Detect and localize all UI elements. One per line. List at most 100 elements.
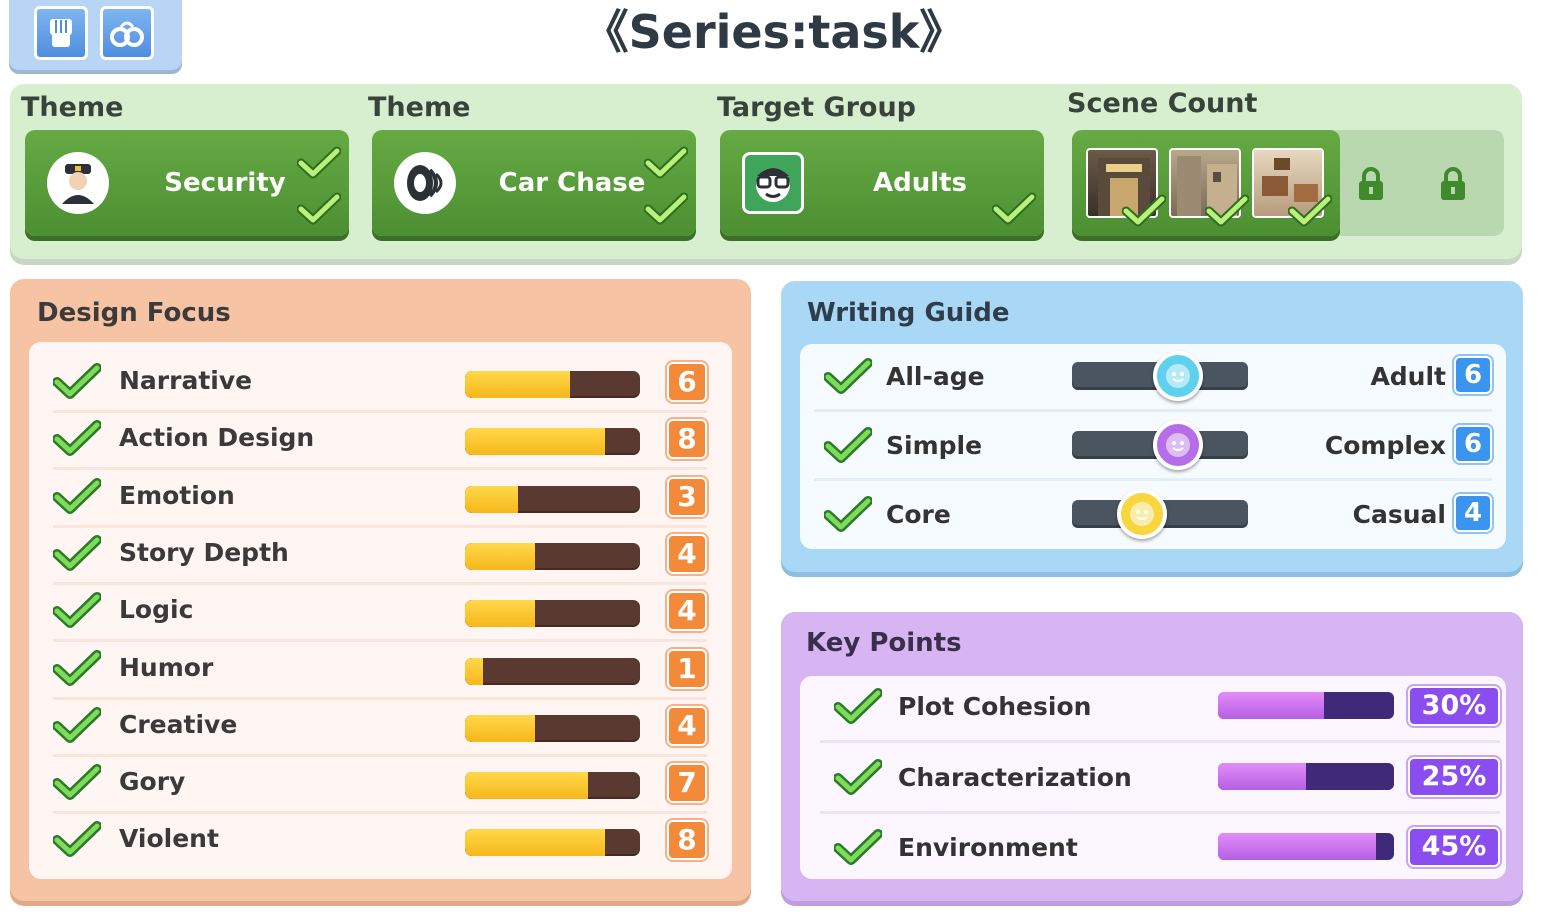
adult-face-icon — [742, 152, 804, 214]
writing-guide-left-label: All-age — [886, 362, 985, 391]
writing-guide-slider[interactable] — [1072, 351, 1248, 401]
writing-guide-list: All-age Adult 6 Simple Complex 6 Core Casual 4 — [800, 344, 1506, 549]
key-points-list: Plot Cohesion 30% Characterization 25% Envir… — [800, 676, 1506, 879]
design-focus-bar — [465, 714, 640, 742]
check-icon — [53, 534, 101, 571]
row-divider — [53, 639, 707, 643]
design-focus-bar-fill — [465, 772, 588, 800]
key-point-bar — [1218, 833, 1394, 860]
check-icon — [53, 477, 101, 514]
row-divider — [53, 467, 707, 471]
check-icon — [834, 688, 882, 724]
lock-icon[interactable] — [1356, 166, 1386, 202]
check-icon — [53, 821, 101, 858]
row-divider — [53, 753, 707, 757]
design-focus-bar-fill — [465, 485, 518, 513]
theme2-header: Theme — [368, 92, 471, 123]
design-focus-row[interactable]: Narrative 6 — [29, 358, 732, 415]
design-focus-label: Gory — [119, 767, 186, 797]
page-title: 《Series:task》 — [582, 5, 966, 59]
writing-guide-left-label: Core — [886, 500, 951, 529]
key-point-bar — [1218, 692, 1394, 719]
slider-knob-face-icon[interactable] — [1152, 420, 1203, 470]
check-icon — [834, 829, 882, 865]
writing-guide-row[interactable]: All-age Adult 6 — [800, 344, 1506, 413]
design-focus-label: Narrative — [119, 366, 253, 395]
check-icon — [824, 427, 872, 463]
check-icon — [824, 358, 872, 394]
design-focus-row[interactable]: Logic 4 — [29, 587, 732, 644]
check-icon — [834, 758, 882, 795]
target-group-card[interactable]: Adults — [720, 130, 1044, 236]
key-point-bar-fill — [1218, 833, 1377, 860]
design-focus-label: Logic — [119, 595, 194, 625]
writing-guide-slider[interactable] — [1072, 420, 1248, 470]
lock-icon[interactable] — [1438, 166, 1468, 202]
design-focus-row[interactable]: Violent 8 — [29, 816, 732, 873]
key-points-title: Key Points — [806, 628, 962, 658]
design-focus-row[interactable]: Emotion 3 — [29, 473, 732, 530]
design-focus-bar — [465, 371, 640, 398]
check-icon — [53, 420, 101, 457]
design-focus-label: Violent — [119, 824, 219, 854]
design-focus-value-badge: 3 — [667, 476, 707, 517]
key-point-bar-fill — [1218, 762, 1306, 790]
theme-label: Security — [164, 168, 286, 198]
slider-knob-face-icon[interactable] — [1152, 351, 1203, 401]
row-divider — [53, 410, 707, 413]
design-focus-label: Emotion — [119, 480, 235, 510]
key-point-row[interactable]: Plot Cohesion 30% — [800, 676, 1506, 744]
key-point-row[interactable]: Characterization 25% — [800, 747, 1506, 815]
design-focus-row[interactable]: Story Depth 4 — [29, 530, 732, 587]
row-divider — [820, 810, 1500, 814]
writing-guide-title: Writing Guide — [807, 298, 1010, 328]
design-focus-value-badge: 6 — [667, 362, 707, 402]
row-divider — [814, 409, 1492, 412]
design-focus-list: Narrative 6 Action Design 8 Emotion 3 Story De… — [29, 342, 732, 879]
writing-guide-value-badge: 6 — [1454, 356, 1492, 394]
writing-guide-row[interactable]: Core Casual 4 — [800, 482, 1506, 551]
design-focus-bar-fill — [465, 657, 483, 685]
design-focus-bar — [465, 600, 640, 628]
theme1-header: Theme — [21, 92, 124, 123]
row-divider — [814, 478, 1492, 481]
theme-card-security[interactable]: Security — [25, 130, 349, 236]
design-focus-bar-fill — [465, 428, 605, 456]
design-focus-bar-fill — [465, 829, 605, 857]
design-focus-value-badge: 4 — [667, 591, 707, 632]
design-focus-value-badge: 8 — [667, 419, 707, 460]
row-divider — [53, 524, 707, 528]
writing-guide-row[interactable]: Simple Complex 6 — [800, 413, 1506, 482]
check-icon — [1288, 194, 1332, 227]
design-focus-bar-fill — [465, 542, 535, 570]
check-icon — [53, 706, 101, 743]
design-focus-row[interactable]: Humor 1 — [29, 645, 732, 702]
writing-guide-slider[interactable] — [1072, 489, 1248, 539]
check-icon — [644, 192, 688, 225]
design-focus-bar — [465, 428, 640, 456]
key-point-value-badge: 45% — [1408, 827, 1500, 867]
design-focus-row[interactable]: Action Design 8 — [29, 415, 732, 472]
check-icon — [644, 146, 688, 179]
design-focus-row[interactable]: Creative 4 — [29, 702, 732, 759]
design-focus-row[interactable]: Gory 7 — [29, 759, 732, 816]
design-focus-bar — [465, 485, 640, 513]
design-focus-bar-fill — [465, 600, 535, 628]
writing-guide-right-label: Adult — [1370, 362, 1446, 391]
design-focus-value-badge: 4 — [667, 533, 707, 574]
key-point-value-badge: 25% — [1408, 756, 1500, 797]
slider-knob-face-icon[interactable] — [1117, 489, 1168, 539]
design-focus-bar-fill — [465, 714, 535, 742]
design-focus-value-badge: 4 — [667, 705, 707, 746]
key-point-label: Environment — [898, 833, 1078, 862]
design-focus-bar — [465, 657, 640, 685]
theme-card-car-chase[interactable]: Car Chase — [372, 130, 696, 236]
check-icon — [53, 592, 101, 629]
row-divider — [53, 696, 707, 700]
theme-label: Car Chase — [498, 168, 646, 198]
check-icon — [53, 764, 101, 801]
key-point-row[interactable]: Environment 45% — [800, 817, 1506, 885]
row-divider — [53, 581, 707, 585]
scene-count-card[interactable] — [1072, 130, 1504, 236]
writing-guide-value-badge: 4 — [1454, 494, 1492, 532]
